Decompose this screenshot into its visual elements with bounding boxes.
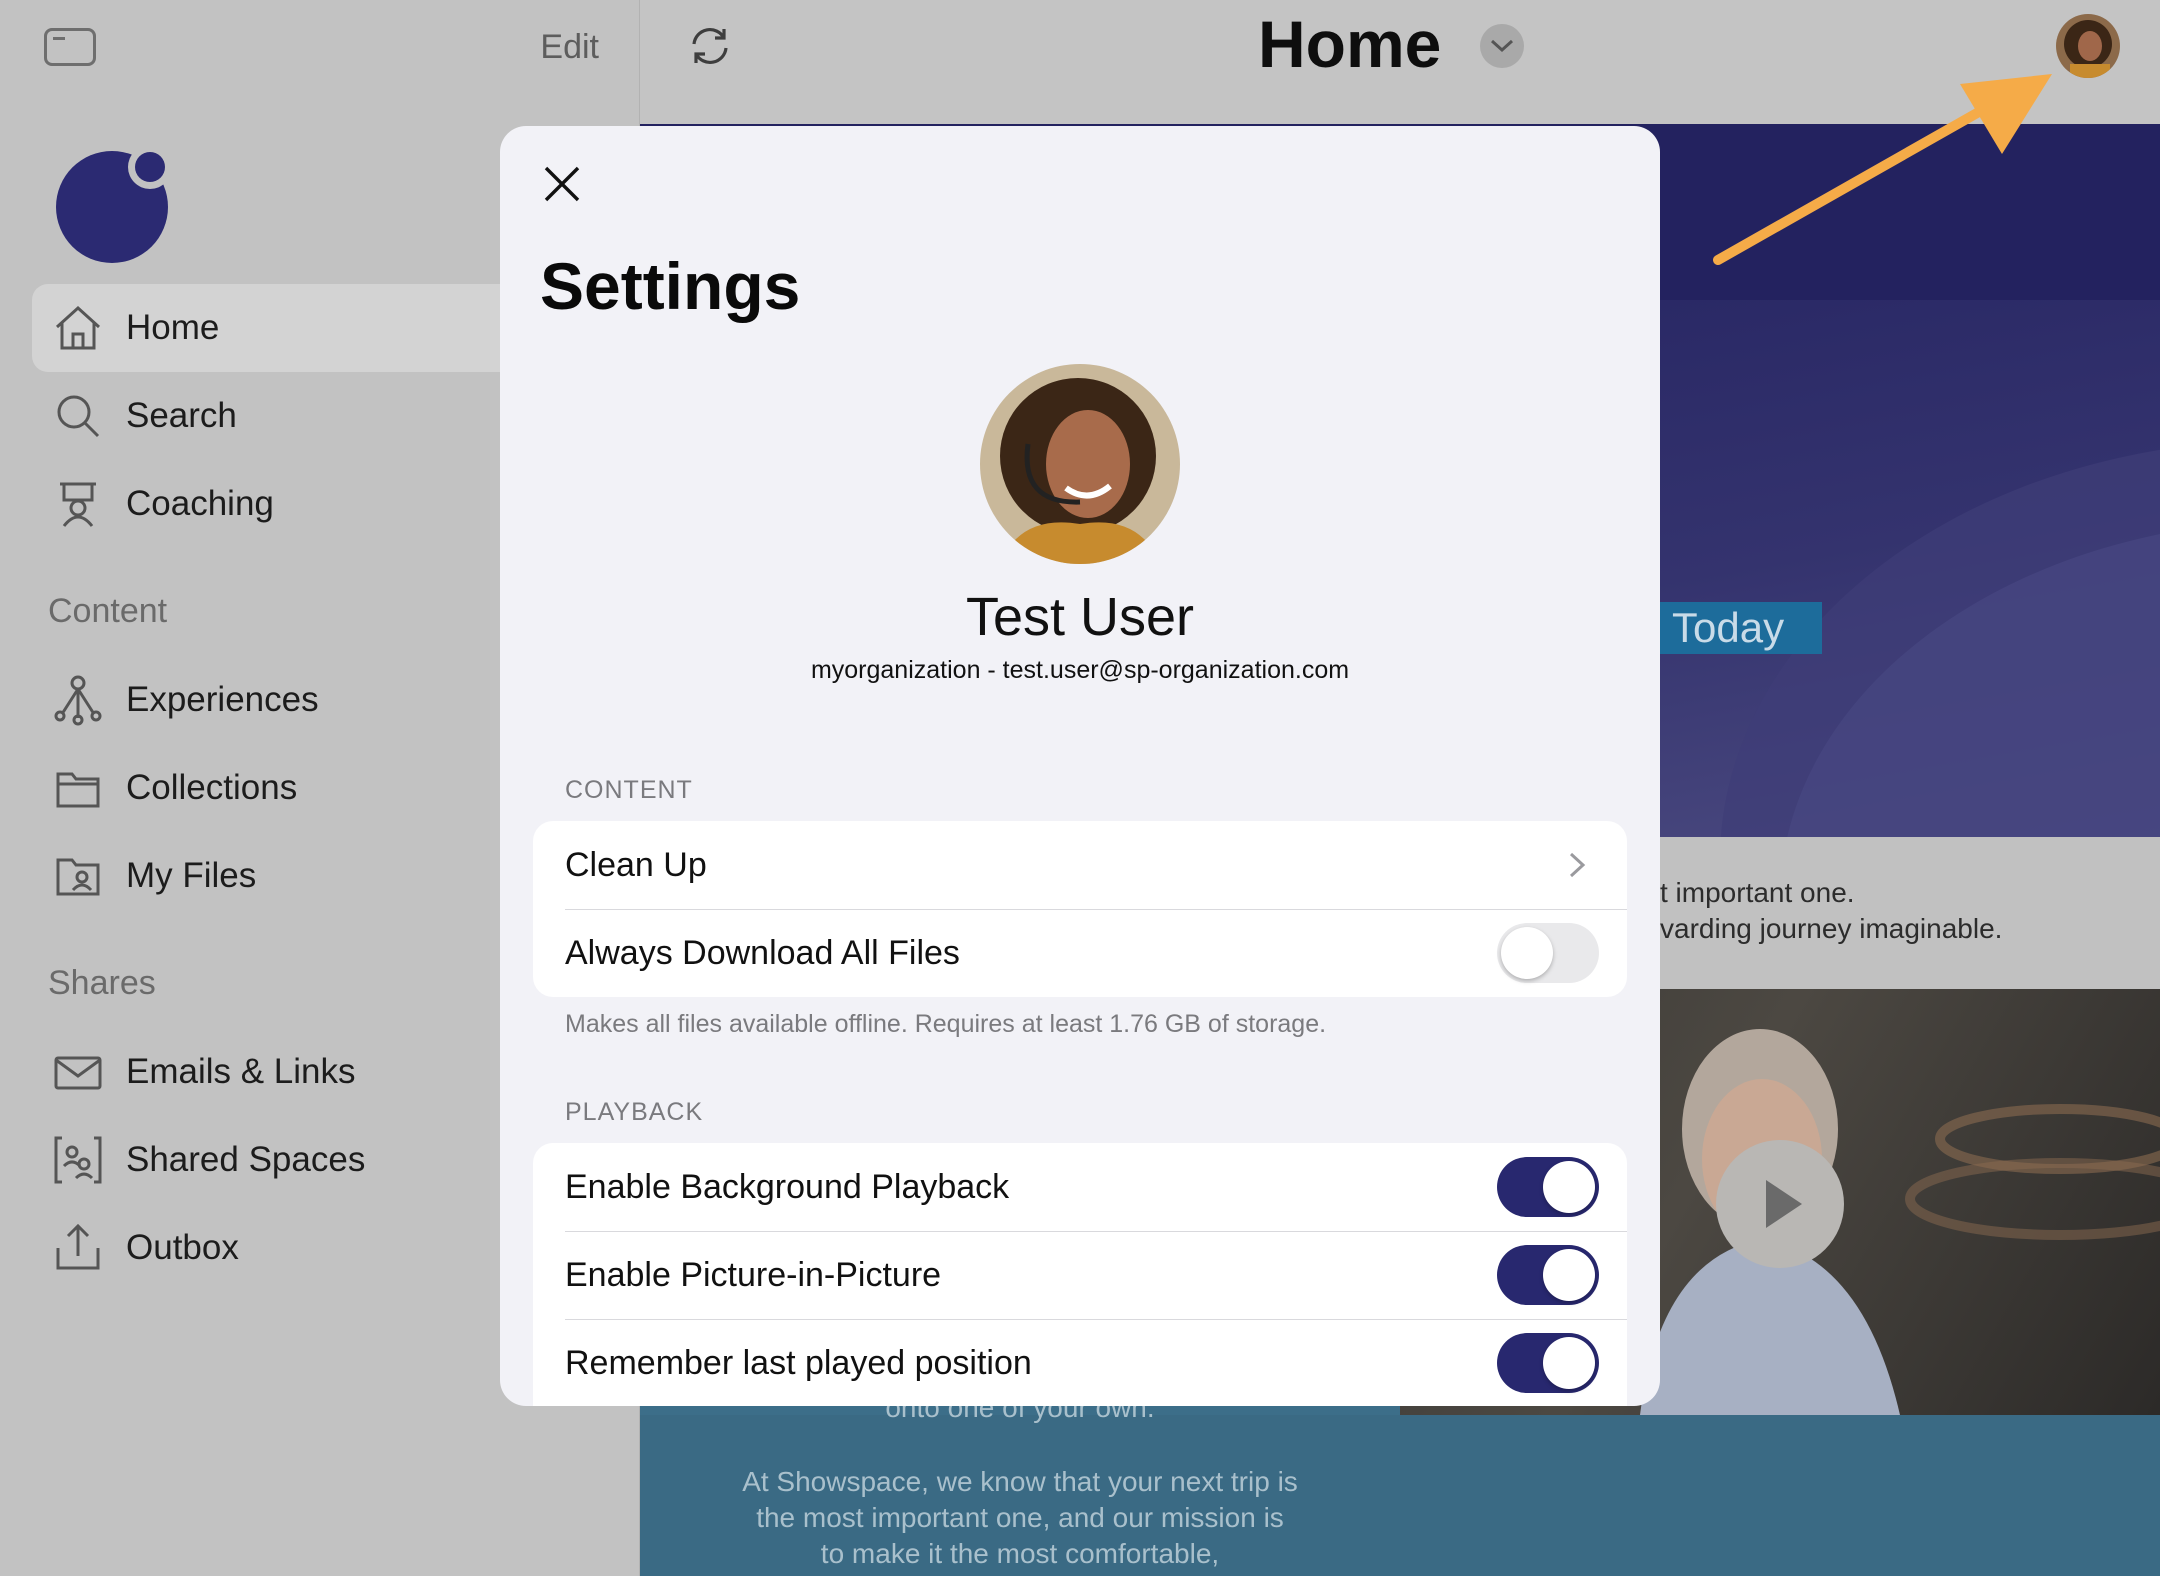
- shared-spaces-icon: [50, 1132, 106, 1188]
- shares-section-header: Shares: [48, 964, 156, 1002]
- always-download-toggle[interactable]: [1497, 923, 1599, 983]
- today-tag: Today: [1660, 602, 1822, 654]
- content-section-header: Content: [48, 592, 168, 630]
- folder-icon: [50, 760, 106, 816]
- toggle-knob: [1543, 1161, 1595, 1213]
- background-playback-row: Enable Background Playback: [533, 1143, 1627, 1231]
- ocean-text-line: At Showspace, we know that your next tri…: [742, 1466, 1298, 1497]
- playback-settings-group: Enable Background Playback Enable Pictur…: [533, 1143, 1627, 1406]
- content-settings-group: Clean Up Always Download All Files: [533, 821, 1627, 997]
- sync-icon[interactable]: [688, 24, 732, 68]
- playback-group-header: PLAYBACK: [565, 1098, 704, 1126]
- toggle-knob: [1543, 1249, 1595, 1301]
- chevron-right-icon: [1569, 852, 1586, 878]
- sidebar-item-label: Search: [126, 396, 237, 435]
- content-group-header: CONTENT: [565, 776, 693, 804]
- always-download-row: Always Download All Files: [533, 909, 1627, 997]
- sidebar-toggle-icon[interactable]: [44, 28, 96, 66]
- sidebar-item-label: Experiences: [126, 680, 319, 719]
- sidebar-item-label: Emails & Links: [126, 1052, 356, 1091]
- coaching-icon: [50, 476, 106, 532]
- remember-position-toggle[interactable]: [1497, 1333, 1599, 1393]
- user-name: Test User: [965, 587, 1195, 647]
- close-icon[interactable]: [540, 162, 584, 206]
- sidebar-item-label: Shared Spaces: [126, 1140, 366, 1179]
- always-download-label: Always Download All Files: [565, 933, 960, 972]
- play-button[interactable]: [1716, 1140, 1844, 1268]
- picture-in-picture-row: Enable Picture-in-Picture: [533, 1231, 1627, 1319]
- toggle-knob: [1543, 1337, 1595, 1389]
- sidebar-item-label: Collections: [126, 768, 298, 807]
- envelope-icon: [50, 1044, 106, 1100]
- sidebar-item-label: My Files: [126, 856, 257, 895]
- search-icon: [50, 388, 106, 444]
- settings-title: Settings: [540, 249, 801, 323]
- app-logo: [56, 145, 172, 263]
- ocean-text-line: to make it the most comfortable,: [820, 1538, 1220, 1569]
- hero-text-line: varding journey imaginable.: [1660, 913, 2003, 944]
- settings-modal: Settings Test User myorganization - test…: [500, 126, 1660, 1406]
- clean-up-row[interactable]: Clean Up: [533, 821, 1627, 909]
- picture-in-picture-toggle[interactable]: [1497, 1245, 1599, 1305]
- home-icon: [50, 300, 106, 356]
- picture-in-picture-label: Enable Picture-in-Picture: [565, 1255, 942, 1294]
- content-footnote: Makes all files available offline. Requi…: [565, 1010, 1327, 1038]
- remember-position-row: Remember last played position: [533, 1319, 1627, 1406]
- annotation-arrow: [1713, 74, 2052, 265]
- background-playback-label: Enable Background Playback: [565, 1167, 1010, 1206]
- sidebar-item-label: Home: [126, 308, 220, 347]
- hero-image: [1660, 300, 2160, 837]
- hero-text-line: t important one.: [1660, 877, 1855, 908]
- background-playback-toggle[interactable]: [1497, 1157, 1599, 1217]
- edit-button[interactable]: Edit: [540, 28, 599, 67]
- sidebar-item-label: Coaching: [126, 484, 274, 523]
- outbox-icon: [50, 1220, 106, 1276]
- page-title: Home: [1258, 7, 1442, 81]
- ocean-text-line: the most important one, and our mission …: [756, 1502, 1284, 1533]
- hero-text-band: t important one. varding journey imagina…: [1660, 837, 2160, 989]
- my-files-icon: [50, 848, 106, 904]
- chevron-down-icon[interactable]: [1480, 24, 1524, 68]
- toggle-knob: [1501, 927, 1553, 979]
- user-email: myorganization - test.user@sp-organizati…: [810, 656, 1350, 684]
- experiences-icon: [50, 672, 106, 728]
- profile-photo: [980, 364, 1180, 564]
- sidebar-item-label: Outbox: [126, 1228, 239, 1267]
- remember-position-label: Remember last played position: [565, 1343, 1032, 1382]
- clean-up-label: Clean Up: [565, 845, 707, 884]
